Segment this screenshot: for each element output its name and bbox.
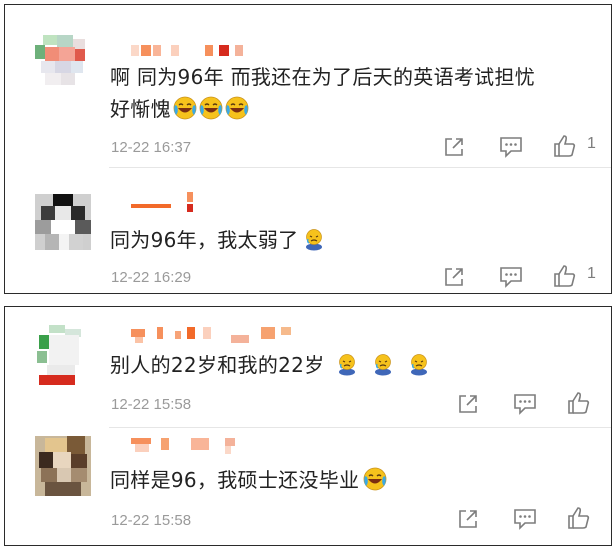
avatar[interactable] <box>35 194 91 250</box>
avatar[interactable] <box>35 436 91 496</box>
share-button[interactable] <box>457 508 479 530</box>
comment-text: 同为96年，我太弱了 <box>110 224 326 256</box>
reply-button[interactable] <box>499 136 523 158</box>
comment-time: 12-22 16:29 <box>111 269 192 286</box>
comment-panel-top: 啊 同为96年 而我还在为了后天的英语考试担忧 好惭愧 12-22 16:37 … <box>4 4 612 294</box>
username-mosaic[interactable] <box>131 327 301 349</box>
comment-text: 同样是96，我硕士还没毕业 <box>110 464 387 496</box>
avatar[interactable] <box>35 35 91 91</box>
comment-time: 12-22 16:37 <box>111 139 192 156</box>
sad-kneeling-emoji <box>371 352 395 376</box>
sad-kneeling-emoji <box>335 352 359 376</box>
sad-kneeling-emoji <box>407 352 431 376</box>
like-button[interactable]: 1 <box>553 264 596 288</box>
reply-icon <box>513 508 537 530</box>
comment-item: 啊 同为96年 而我还在为了后天的英语考试担忧 好惭愧 12-22 16:37 … <box>5 5 611 165</box>
reply-icon <box>513 393 537 415</box>
username-mosaic[interactable] <box>131 45 251 57</box>
thumbs-up-icon <box>567 506 591 530</box>
reply-button[interactable] <box>499 266 523 288</box>
share-button[interactable] <box>457 393 479 415</box>
share-icon <box>457 508 479 530</box>
reply-button[interactable] <box>513 393 537 415</box>
avatar[interactable] <box>35 325 91 385</box>
share-button[interactable] <box>443 266 465 288</box>
comment-time: 12-22 15:58 <box>111 512 192 529</box>
comment-time: 12-22 15:58 <box>111 396 192 413</box>
like-button[interactable] <box>567 391 591 415</box>
thumbs-up-icon <box>553 264 577 288</box>
laughing-crying-emoji <box>173 96 197 120</box>
comment-text: 啊 同为96年 而我还在为了后天的英语考试担忧 <box>110 65 536 89</box>
reply-icon <box>499 266 523 288</box>
laughing-crying-emoji <box>199 96 223 120</box>
username-mosaic[interactable] <box>131 438 261 460</box>
like-button[interactable]: 1 <box>553 134 596 158</box>
comment-text-line2: 好惭愧 <box>110 93 249 125</box>
laughing-crying-emoji <box>225 96 249 120</box>
laughing-crying-emoji <box>363 467 387 491</box>
sad-kneeling-emoji <box>302 227 326 251</box>
comment-item: 同为96年，我太弱了 12-22 16:29 1 <box>5 168 611 294</box>
thumbs-up-icon <box>567 391 591 415</box>
comment-panel-bottom: 别人的22岁和我的22岁 12-22 15:58 同样是96，我硕士还没毕业 1… <box>4 306 612 546</box>
share-icon <box>457 393 479 415</box>
thumbs-up-icon <box>553 134 577 158</box>
comment-text: 别人的22岁和我的22岁 <box>110 349 431 381</box>
share-icon <box>443 266 465 288</box>
comment-item: 同样是96，我硕士还没毕业 12-22 15:58 <box>5 428 611 546</box>
share-icon <box>443 136 465 158</box>
like-count: 1 <box>587 135 596 152</box>
reply-button[interactable] <box>513 508 537 530</box>
username-mosaic[interactable] <box>131 192 201 214</box>
reply-icon <box>499 136 523 158</box>
share-button[interactable] <box>443 136 465 158</box>
like-count: 1 <box>587 265 596 282</box>
like-button[interactable] <box>567 506 591 530</box>
comment-item: 别人的22岁和我的22岁 12-22 15:58 <box>5 307 611 425</box>
